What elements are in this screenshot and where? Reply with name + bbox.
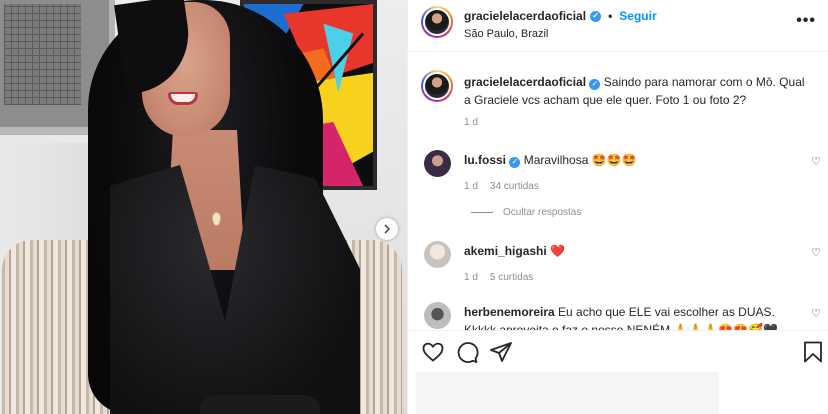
hide-replies-label: Ocultar respostas bbox=[503, 207, 582, 218]
caption-time[interactable]: 1 d bbox=[464, 117, 478, 128]
verified-badge-icon: ✓ bbox=[509, 156, 521, 168]
comment-text: herbenemoreira Eu acho que ELE vai escol… bbox=[464, 303, 809, 330]
caption-meta: 1 d bbox=[464, 117, 478, 128]
post-location[interactable]: São Paulo, Brazil bbox=[464, 28, 548, 40]
comment-bubble-icon[interactable] bbox=[455, 340, 479, 364]
comment-like-heart-icon[interactable]: ♡ bbox=[811, 246, 821, 259]
comment-avatar[interactable] bbox=[424, 150, 451, 177]
author-username[interactable]: gracielelacerdaoficial bbox=[464, 9, 586, 23]
caption-text: gracielelacerdaoficial ✓ Saindo para nam… bbox=[464, 73, 814, 109]
post-side-panel: gracielelacerdaoficial ✓ • Seguir São Pa… bbox=[407, 0, 828, 414]
author-avatar[interactable] bbox=[421, 6, 453, 38]
person-smile bbox=[168, 92, 198, 105]
author-line: gracielelacerdaoficial ✓ • Seguir bbox=[464, 9, 657, 23]
verified-badge-icon: ✓ bbox=[589, 78, 601, 90]
more-options-icon[interactable]: ••• bbox=[796, 12, 816, 30]
comment-avatar[interactable] bbox=[424, 241, 451, 268]
hide-replies-button[interactable]: Ocultar respostas bbox=[471, 207, 581, 218]
comment-time[interactable]: 1 d bbox=[464, 272, 478, 283]
heart-icon[interactable] bbox=[421, 340, 445, 364]
comments-list[interactable]: gracielelacerdaoficial ✓ Saindo para nam… bbox=[408, 53, 828, 330]
comment-text: akemi_higashi ❤️ bbox=[464, 242, 809, 260]
bookmark-icon[interactable] bbox=[801, 340, 825, 364]
next-photo-button[interactable] bbox=[376, 218, 398, 240]
person-legs bbox=[200, 395, 320, 414]
comment-body: Maravilhosa 🤩🤩🤩 bbox=[523, 153, 637, 167]
comment-username[interactable]: herbenemoreira bbox=[464, 305, 555, 319]
separator-dot: • bbox=[608, 9, 613, 23]
post-actions-bar bbox=[408, 330, 828, 370]
comment-meta: 1 d 34 curtidas bbox=[464, 181, 539, 192]
caption-avatar[interactable] bbox=[421, 70, 453, 102]
verified-badge-icon: ✓ bbox=[590, 10, 602, 22]
comment-body: ❤️ bbox=[550, 244, 566, 258]
comment-avatar[interactable] bbox=[424, 302, 451, 329]
post-photo[interactable] bbox=[0, 0, 407, 414]
paper-plane-icon[interactable] bbox=[489, 340, 513, 364]
comment-time[interactable]: 1 d bbox=[464, 181, 478, 192]
comment-username[interactable]: lu.fossi bbox=[464, 153, 506, 167]
comment-like-heart-icon[interactable]: ♡ bbox=[811, 155, 821, 168]
chevron-right-icon bbox=[384, 224, 391, 234]
post-header: gracielelacerdaoficial ✓ • Seguir São Pa… bbox=[408, 0, 828, 52]
comment-username[interactable]: akemi_higashi bbox=[464, 244, 547, 258]
comment-likes[interactable]: 34 curtidas bbox=[490, 181, 539, 192]
likes-summary-placeholder bbox=[416, 372, 719, 414]
hide-replies-line bbox=[471, 212, 493, 213]
follow-button[interactable]: Seguir bbox=[619, 9, 656, 23]
caption-username[interactable]: gracielelacerdaoficial bbox=[464, 75, 586, 89]
comment-likes[interactable]: 5 curtidas bbox=[490, 272, 533, 283]
comment-meta: 1 d 5 curtidas bbox=[464, 272, 533, 283]
comment-text: lu.fossi ✓ Maravilhosa 🤩🤩🤩 bbox=[464, 151, 809, 169]
comment-like-heart-icon[interactable]: ♡ bbox=[811, 307, 821, 320]
